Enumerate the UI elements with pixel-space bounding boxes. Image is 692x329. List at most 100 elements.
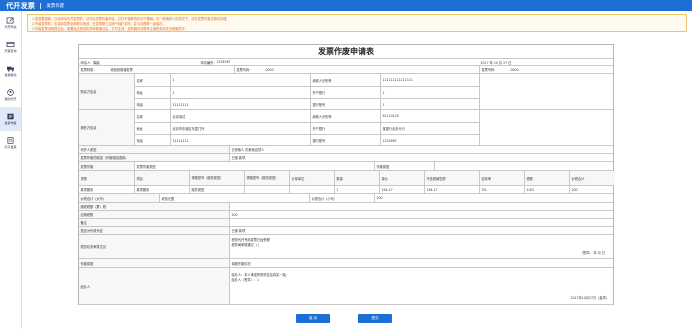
applicant-value: 鞠建 [93,60,100,65]
buyer-right-blank [479,110,615,145]
item-amount: 194.17 [424,186,479,193]
item-spec: 服务类型 [189,186,244,193]
sidebar-item-label: 代开申请 [4,25,17,29]
buyer-phone-value: 11111111 [170,135,310,145]
paid-label: 缴税税额（累）税 [79,203,229,210]
sidebar-item-label: 红字发票 [4,145,17,149]
seller-address-label: 地址 [136,91,143,95]
review-row: 作废原因 填报作废情况 [79,258,613,267]
total-row: 价税合计（大写） 贰佰元整 价税合计（小写） 200 [79,193,613,202]
agent-value: 已缴 款项 [229,227,615,234]
sidebar-item-query[interactable]: 开票查询 [0,35,21,59]
cancel-type-value: 发票作废类型 [134,162,374,170]
item-rate: 3% [479,186,524,193]
handler-row: 经办人 经办人：本人承诺所提供信息真实一致。 经办人（签章）：1 2017年10… [79,267,613,305]
table-row: 某项服务 某项服务 服务类型 1 194.17 194.17 3% 5.83 2… [79,185,613,193]
app-no-value: 1234567 [216,60,231,64]
buyer-bank-value: 某银行北京分行 [380,123,479,134]
seller-phone-label: 电话 [136,103,143,107]
sidebar-item-label: 发票作废 [4,121,17,125]
col-spec: 规格型号（服务类型） [189,171,244,185]
sidebar-item-payment[interactable]: 发票缴款 [0,59,21,83]
invoice-type-row: 发票种类： 增值税普通发票 发票代码： 0000 发票号码： 0000 [79,65,613,73]
remarks-value [229,219,615,226]
submit-button[interactable]: 提交 [358,314,392,323]
invoice-icon [7,113,14,120]
seller-name-label: 名称 [136,78,143,83]
buyer-label: 销售方信息 [79,110,134,145]
seller-taxid-value: 111111111111111 [380,74,479,86]
cancel-type-row: 发票作废 发票作废类型 作废原因 [79,161,613,170]
col-goods: 货物 [79,171,134,185]
opinion-row: 税务机关审核意见 税务代开专用发票已经受理 税务局审核通过（ ） （签章） 年 … [79,234,613,258]
app-no-label: 申请编号： [200,60,217,65]
col-rate: 征收率 [479,171,524,185]
total-label: 价税合计（大写） [79,194,159,202]
review-value: 填报作废情况 [229,259,615,267]
seller-name-value: 1 [170,74,310,86]
truck-icon [7,66,14,72]
title-divider [40,2,42,9]
col-unit: 计量单位 [289,171,334,185]
opinion-label: 税务机关审核意见 [79,235,229,258]
seller-phone-value: 11111111 [170,99,310,109]
reason-row: 发票作废的原因（作废原因选择） 已缴 款项 [79,153,613,161]
invoice-no-value: 0000 [510,67,519,72]
buyer-address-label: 地址 [136,127,143,131]
cancel-reason-label: 作废原因 [374,162,434,170]
sidebar-item-void[interactable]: 发票作废 [0,107,21,131]
seller-account-label: 银行账号 [310,99,380,109]
item-total: 200 [569,186,615,193]
handler-label: 经办人 [79,268,229,304]
top-bar: 代开发票 发票作废 [0,0,692,11]
buyer-taxid-value: 91110105 [380,110,479,122]
col-total: 价税合计 [569,171,615,185]
invoiced-value: 200 [229,211,615,218]
sidebar-item-label: 我的代开 [4,97,17,101]
handler-date: 2017年10月27日（盖章） [570,296,609,300]
col-tax: 税额 [524,171,569,185]
agent-type-value: 已领取人 的其他自然人 [229,146,615,153]
total-lower-label: 价税合计（小写） [309,194,374,202]
buyer-address-value: 北京市东城区东直门外 [170,123,310,134]
paid-row: 缴税税额（累）税 [79,202,613,210]
cancel-type-label: 发票作废 [79,162,134,170]
invoice-code-value: 0000 [265,67,274,72]
buyer-name-value: 北京测试 [170,110,310,122]
form-title: 发票作废申请表 [318,47,374,56]
agent-type-row: 代开人类型 已领取人 的其他自然人 [79,145,613,153]
item-spec2 [244,186,289,193]
edit-icon [6,17,14,24]
item-price: 194.17 [379,186,424,193]
seller-bank-value: 1 [380,87,479,98]
remarks-label: 备注 [79,219,229,226]
buyer-bank-label: 开户银行 [310,123,380,134]
items-header-row: 货物 项目 规格型号（服务类型） 规格型号（服务类型） 计量单位 数量 单价 不… [79,170,615,185]
opinion-value: 税务代开专用发票已经受理 税务局审核通过（ ） [229,235,615,258]
applicant-row: 申请人： 鞠建 申请编号： 1234567 2017 年 10 月 27 日 [79,58,613,65]
seller-bank-label: 开户银行 [310,87,380,98]
sidebar-item-apply[interactable]: 代开申请 [0,11,21,35]
seller-label: 购买方信息 [79,74,134,109]
opinion-sign: （签章） 年 月 日 [579,251,605,255]
buyer-taxid-label: 纳税人识别号 [310,110,380,122]
invoice-type-label: 发票种类： [80,68,97,72]
save-button[interactable]: 保 存 [296,314,330,323]
item-unit [289,186,334,193]
sidebar-item-red[interactable]: 红字发票 [0,131,21,155]
total-lower-value: 200 [374,194,615,202]
seller-account-value: 1 [380,99,479,109]
void-application-form: 发票作废申请表 申请人： 鞠建 申请编号： 1234567 2017 年 10 … [78,44,615,305]
invoiced-label: 应纳税额 [79,211,229,218]
review-label: 作废原因 [79,259,229,267]
sidebar-item-my[interactable]: 我的代开 [0,83,21,107]
app-title: 代开发票 [6,1,36,10]
col-spec2: 规格型号（服务类型） [244,171,289,185]
invoiced-row: 应纳税额 200 [79,210,613,218]
notice-box: 1.如需要退款：已经申请代开发票的，请作出发票作废申请，并在不缴款的情况下撤销；… [27,14,687,32]
buyer-block: 销售方信息 名称 北京测试 纳税人识别号 91110105 地址 北京市东城区东… [79,109,613,145]
seller-taxid-label: 纳税人识别号 [310,74,380,86]
col-price: 单价 [379,171,424,185]
agent-label: 是否为代收代征 [79,227,229,234]
form-date: 2017 年 10 月 27 日 [480,60,512,65]
